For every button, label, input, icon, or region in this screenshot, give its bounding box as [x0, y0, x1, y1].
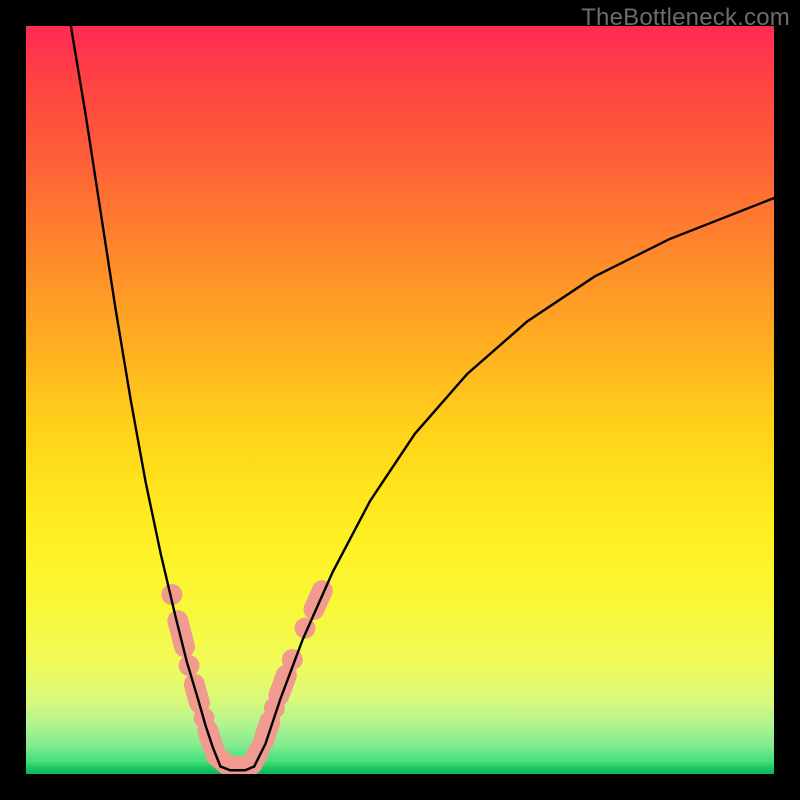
marker-layer — [161, 584, 322, 767]
curve-left-branch — [71, 26, 221, 767]
watermark-text: TheBottleneck.com — [581, 4, 790, 32]
chart-frame: TheBottleneck.com — [0, 0, 800, 800]
plot-area — [26, 26, 774, 774]
chart-svg — [26, 26, 774, 774]
curve-right-branch — [254, 198, 774, 766]
